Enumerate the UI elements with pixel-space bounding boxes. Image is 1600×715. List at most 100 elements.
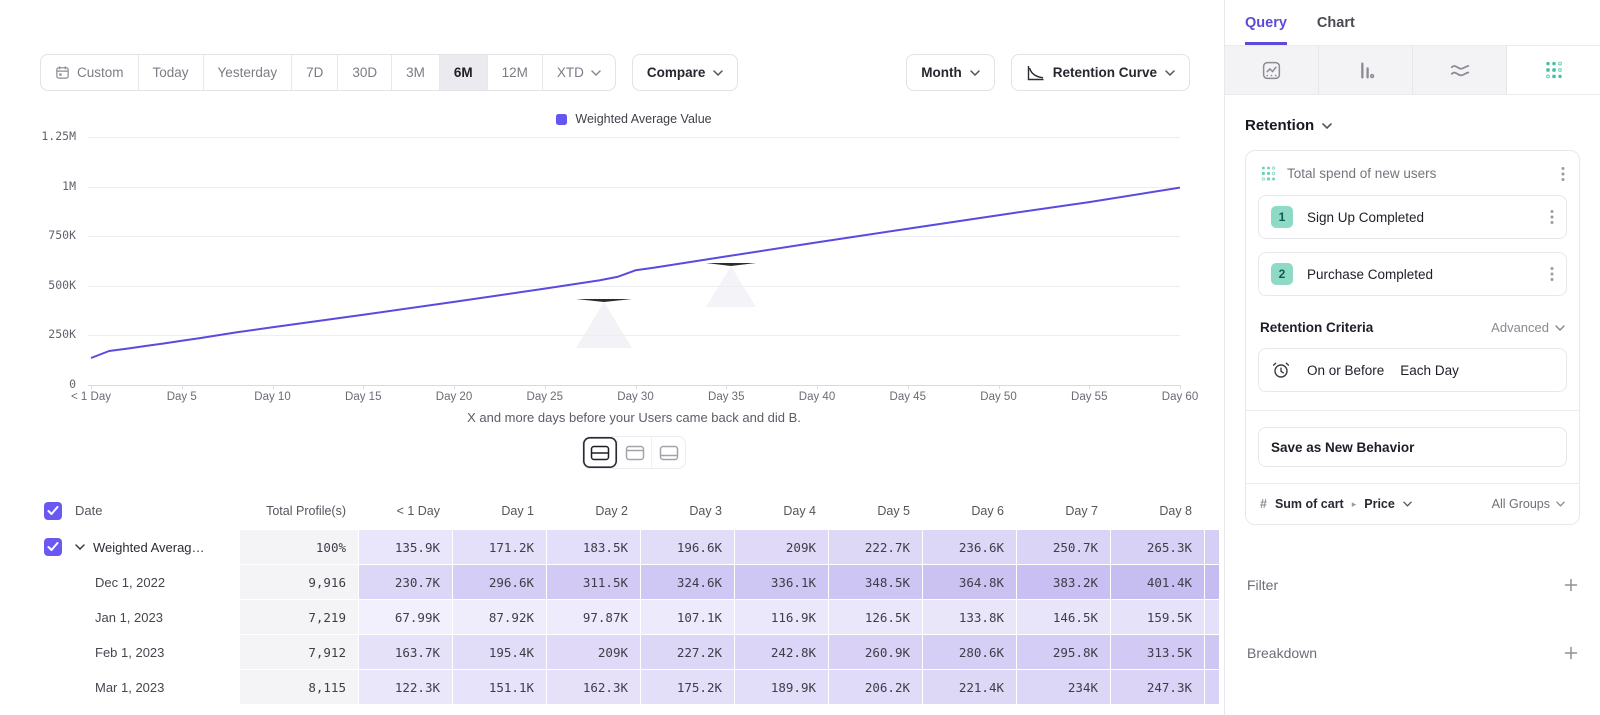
retention-value-cell[interactable]: 135.9K [359,530,452,564]
retention-value-cell[interactable]: 133.8K [923,600,1016,634]
advanced-dropdown[interactable]: Advanced [1491,320,1565,335]
retention-value-cell[interactable]: 209K [735,530,828,564]
layout-split-toggle[interactable] [583,437,617,468]
event-step-1[interactable]: 1Sign Up Completed [1258,195,1567,239]
retention-value-cell[interactable]: 151.1K [453,670,546,704]
retention-value-cell[interactable]: 183.5K [547,530,640,564]
retention-value-cell[interactable]: 87.92K [453,600,546,634]
layout-table-toggle[interactable] [617,437,651,468]
retention-value-cell[interactable]: 67.99K [359,600,452,634]
range-6m[interactable]: 6M [439,55,487,90]
range-7d[interactable]: 7D [291,55,337,90]
retention-value-cell[interactable]: 336.1K [735,565,828,599]
event-step-2[interactable]: 2Purchase Completed [1258,252,1567,296]
kebab-menu-icon[interactable] [1550,209,1554,225]
table-row[interactable]: Jan 1, 20237,21967.99K87.92K97.87K107.1K… [0,600,1224,634]
measure-property[interactable]: Price [1364,497,1395,511]
tab-chart[interactable]: Chart [1317,0,1355,45]
layout-chart-toggle[interactable] [651,437,685,468]
granularity-button[interactable]: Month [906,54,994,91]
retention-value-cell[interactable]: 296.6K [453,565,546,599]
groups-dropdown[interactable]: All Groups [1492,497,1565,511]
retention-timing-card[interactable]: On or Before Each Day [1258,348,1567,392]
timing-operator[interactable]: On or Before [1307,363,1384,378]
table-row[interactable]: Weighted Average ...100%135.9K171.2K183.… [0,530,1224,564]
tab-retention[interactable] [1507,46,1600,94]
retention-value-cell[interactable]: 383.2K [1017,565,1110,599]
date-row-label[interactable]: Dec 1, 2022 [73,575,165,590]
retention-value-cell[interactable]: 348.5K [829,565,922,599]
retention-value-cell[interactable]: 189.9K [735,670,828,704]
retention-value-cell[interactable]: 107.1K [641,600,734,634]
retention-value-cell[interactable]: 364.8K [923,565,1016,599]
measure-event[interactable]: Sum of cart [1275,497,1344,511]
retention-value-cell[interactable]: 206.2K [829,670,922,704]
x-tick-label: Day 55 [1049,391,1129,403]
column-header: Date [73,492,239,529]
retention-value-cell[interactable]: 227.2K [641,635,734,669]
retention-value-cell[interactable]: 324.6K [641,565,734,599]
retention-value-cell[interactable]: 146.5K [1017,600,1110,634]
retention-value-cell[interactable]: 313.5K [1111,635,1204,669]
retention-value-cell[interactable]: 222.7K [829,530,922,564]
compare-button[interactable]: Compare [632,54,739,91]
retention-value-cell[interactable]: 234K [1017,670,1110,704]
date-row-label[interactable]: Feb 1, 2023 [73,645,164,660]
range-3m[interactable]: 3M [391,55,439,90]
kebab-menu-icon[interactable] [1550,266,1554,282]
chart-legend[interactable]: Weighted Average Value [88,112,1180,126]
table-row[interactable]: Feb 1, 20237,912163.7K195.4K209K227.2K24… [0,635,1224,669]
retention-value-cell[interactable]: 162.3K [547,670,640,704]
retention-value-cell[interactable]: 122.3K [359,670,452,704]
retention-value-cell[interactable]: 295.8K [1017,635,1110,669]
tab-query[interactable]: Query [1245,0,1287,45]
tab-flows[interactable] [1413,46,1507,94]
retention-value-cell[interactable]: 250.7K [1017,530,1110,564]
retention-value-cell[interactable]: 97.87K [547,600,640,634]
retention-section-header[interactable]: Retention [1245,117,1580,134]
range-xtd[interactable]: XTD [542,55,615,90]
retention-value-cell[interactable]: 209K [547,635,640,669]
series-row-label[interactable]: Weighted Average ... [73,540,239,555]
x-axis-caption: X and more days before your Users came b… [88,410,1180,425]
add-breakdown-button[interactable] [1564,646,1578,660]
add-filter-button[interactable] [1564,578,1578,592]
range-30d[interactable]: 30D [337,55,391,90]
tab-funnels[interactable] [1319,46,1413,94]
save-behavior-button[interactable]: Save as New Behavior [1258,427,1567,467]
range-today[interactable]: Today [138,55,203,90]
retention-value-cell[interactable]: 159.5K [1111,600,1204,634]
retention-value-cell[interactable]: 175.2K [641,670,734,704]
retention-value-cell[interactable]: 311.5K [547,565,640,599]
select-all-checkbox[interactable] [44,502,62,520]
date-row-label[interactable]: Jan 1, 2023 [73,610,163,625]
retention-line-series[interactable] [88,137,1180,385]
retention-value-cell[interactable]: 280.6K [923,635,1016,669]
range-yesterday[interactable]: Yesterday [203,55,292,90]
range-custom[interactable]: Custom [41,55,138,90]
range-12m[interactable]: 12M [487,55,542,90]
timing-unit[interactable]: Each Day [1400,363,1459,378]
table-row[interactable]: Mar 1, 20238,115122.3K151.1K162.3K175.2K… [0,670,1224,704]
retention-value-cell[interactable]: 265.3K [1111,530,1204,564]
retention-value-cell[interactable]: 247.3K [1111,670,1204,704]
retention-value-cell[interactable]: 126.5K [829,600,922,634]
kebab-menu-icon[interactable] [1561,166,1565,182]
retention-value-cell[interactable]: 221.4K [923,670,1016,704]
retention-value-cell[interactable]: 260.9K [829,635,922,669]
retention-value-cell[interactable]: 171.2K [453,530,546,564]
retention-value-cell[interactable]: 196.6K [641,530,734,564]
retention-value-cell[interactable]: 116.9K [735,600,828,634]
retention-value-cell[interactable]: 195.4K [453,635,546,669]
table-row[interactable]: Dec 1, 20229,916230.7K296.6K311.5K324.6K… [0,565,1224,599]
row-checkbox[interactable] [44,538,62,556]
date-row-label[interactable]: Mar 1, 2023 [73,680,164,695]
retention-value-cell[interactable]: 236.6K [923,530,1016,564]
retention-value-cell[interactable]: 401.4K [1111,565,1204,599]
tab-insights[interactable] [1225,46,1319,94]
chevron-down-icon[interactable] [75,544,85,550]
retention-value-cell[interactable]: 163.7K [359,635,452,669]
retention-value-cell[interactable]: 230.7K [359,565,452,599]
chart-type-button[interactable]: Retention Curve [1011,54,1190,91]
retention-value-cell[interactable]: 242.8K [735,635,828,669]
